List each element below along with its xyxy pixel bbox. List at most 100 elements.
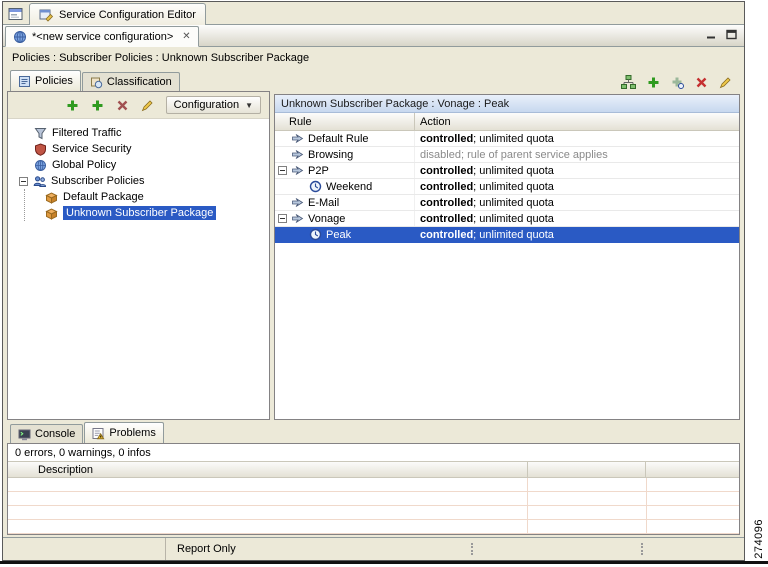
configuration-menu-button[interactable]: Configuration ▼ <box>166 96 261 114</box>
rule-name: Vonage <box>308 213 345 225</box>
rule-name: Default Rule <box>308 133 369 145</box>
tab-policies-label: Policies <box>35 75 73 87</box>
edit-icon[interactable] <box>141 99 154 112</box>
tab-console[interactable]: Console <box>10 424 83 443</box>
rule-name: Browsing <box>308 149 353 161</box>
dropdown-caret-icon: ▼ <box>245 101 253 110</box>
collapse-expander-icon[interactable] <box>19 177 28 186</box>
tree-item-global-policy[interactable]: Global Policy <box>8 157 269 173</box>
rule-row-default-rule[interactable]: Default Rule controlled ; unlimited quot… <box>275 131 739 147</box>
column-header-rule[interactable]: Rule <box>275 113 415 130</box>
tab-classification-label: Classification <box>107 76 172 88</box>
rule-action-detail: ; unlimited quota <box>473 181 554 193</box>
add-package-icon[interactable] <box>66 99 79 112</box>
tab-problems[interactable]: Problems <box>84 422 163 443</box>
column-header-resource[interactable] <box>528 462 646 477</box>
rule-row-email[interactable]: E-Mail controlled ; unlimited quota <box>275 195 739 211</box>
column-header-location[interactable] <box>646 462 739 477</box>
service-configuration-editor-icon <box>39 7 54 22</box>
rule-action-detail: ; unlimited quota <box>473 197 554 209</box>
tree-item-service-security[interactable]: Service Security <box>8 141 269 157</box>
bottom-tab-bar: Console Problems <box>7 422 740 443</box>
add-time-based-rule-icon[interactable] <box>671 76 684 89</box>
tab-classification[interactable]: Classification <box>82 72 180 91</box>
rule-row-weekend[interactable]: Weekend controlled ; unlimited quota <box>275 179 739 195</box>
status-bar-grip[interactable] <box>471 543 473 555</box>
top-toolbar: Service Configuration Editor <box>3 2 744 25</box>
console-tab-icon <box>18 428 31 441</box>
tree-item-label: Subscriber Policies <box>51 175 145 187</box>
collapse-expander-icon[interactable] <box>278 214 287 223</box>
rules-table-box: Unknown Subscriber Package : Vonage : Pe… <box>274 94 740 420</box>
perspective-icon[interactable] <box>7 5 25 23</box>
main-area: Policies Classification <box>7 70 740 420</box>
empty-row <box>8 506 739 520</box>
status-bar-left-cell <box>3 538 166 560</box>
rule-action-detail: ; unlimited quota <box>473 165 554 177</box>
breadcrumb: Policies : Subscriber Policies : Unknown… <box>3 47 744 69</box>
add-rule-icon[interactable] <box>647 76 660 89</box>
policies-toolbar: Configuration ▼ <box>8 92 269 119</box>
tree-item-unknown-subscriber-package[interactable]: Unknown Subscriber Package <box>25 205 269 221</box>
column-header-description[interactable]: Description <box>8 462 528 477</box>
problems-tab-icon <box>92 427 105 440</box>
problems-table-body <box>8 478 739 534</box>
rule-action-state: controlled <box>420 133 473 145</box>
problems-summary: 0 errors, 0 warnings, 0 infos <box>8 444 739 461</box>
rule-row-peak[interactable]: Peak controlled ; unlimited quota <box>275 227 739 243</box>
rule-action-state: controlled <box>420 229 473 241</box>
tab-policies[interactable]: Policies <box>10 70 81 91</box>
status-bar: Report Only <box>3 537 744 560</box>
column-divider <box>646 478 647 534</box>
maximize-icon[interactable] <box>725 29 738 40</box>
tree-item-label: Global Policy <box>52 159 116 171</box>
rule-action-detail: ; unlimited quota <box>473 229 554 241</box>
package-box-icon <box>45 207 58 220</box>
rule-action-detail: ; unlimited quota <box>473 213 554 225</box>
tab-problems-label: Problems <box>109 427 155 439</box>
rule-name: Peak <box>326 229 351 241</box>
rule-name: E-Mail <box>308 197 339 209</box>
problems-panel: Console Problems 0 errors, 0 warnings, 0… <box>7 422 740 535</box>
rule-action-detail: ; unlimited quota <box>473 133 554 145</box>
minimize-icon[interactable] <box>705 29 718 40</box>
rule-row-vonage[interactable]: Vonage controlled ; unlimited quota <box>275 211 739 227</box>
tree-item-filtered-traffic[interactable]: Filtered Traffic <box>8 125 269 141</box>
column-header-action[interactable]: Action <box>415 113 739 130</box>
rule-name: P2P <box>308 165 329 177</box>
view-tab-label: Service Configuration Editor <box>59 9 196 21</box>
rules-rows: Default Rule controlled ; unlimited quot… <box>275 131 739 419</box>
delete-rule-icon[interactable] <box>695 76 708 89</box>
delete-icon[interactable] <box>116 99 129 112</box>
rule-icon <box>291 132 304 145</box>
tree-item-label-selected: Unknown Subscriber Package <box>63 206 216 220</box>
rules-column-header: Rule Action <box>275 113 739 131</box>
figure-canvas: Service Configuration Editor *<new servi… <box>0 0 768 567</box>
policies-tree-box: Configuration ▼ Filtered Traffic <box>7 91 270 420</box>
tree-item-subscriber-policies[interactable]: Subscriber Policies <box>8 173 269 189</box>
subscriber-policies-children: Default Package Unknown Subscriber Packa… <box>24 189 269 221</box>
close-tab-icon[interactable]: ✕ <box>182 32 190 42</box>
problems-column-header: Description <box>8 461 739 478</box>
editor-tab-bar: *<new service configuration> ✕ <box>3 25 744 47</box>
view-tab-service-configuration-editor[interactable]: Service Configuration Editor <box>29 3 206 25</box>
empty-row <box>8 492 739 506</box>
policies-tab-icon <box>18 75 31 88</box>
rule-row-browsing[interactable]: Browsing disabled; rule of parent servic… <box>275 147 739 163</box>
rule-row-p2p[interactable]: P2P controlled ; unlimited quota <box>275 163 739 179</box>
collapse-expander-icon[interactable] <box>278 166 287 175</box>
rules-toolbar <box>274 70 740 94</box>
subscriber-policies-icon <box>33 175 46 188</box>
status-bar-grip[interactable] <box>641 543 643 555</box>
rule-icon <box>291 148 304 161</box>
rules-panel: Unknown Subscriber Package : Vonage : Pe… <box>274 70 740 420</box>
editor-tab-new-service-configuration[interactable]: *<new service configuration> ✕ <box>5 26 199 47</box>
rule-action-state: controlled <box>420 197 473 209</box>
tree-item-default-package[interactable]: Default Package <box>25 189 269 205</box>
add-service-rule-icon[interactable] <box>91 99 104 112</box>
edit-rule-icon[interactable] <box>719 76 732 89</box>
filtered-traffic-funnel-icon <box>34 127 47 140</box>
service-hierarchy-icon[interactable] <box>621 75 636 89</box>
report-only-mode-label: Report Only <box>166 543 247 555</box>
rule-icon <box>291 164 304 177</box>
